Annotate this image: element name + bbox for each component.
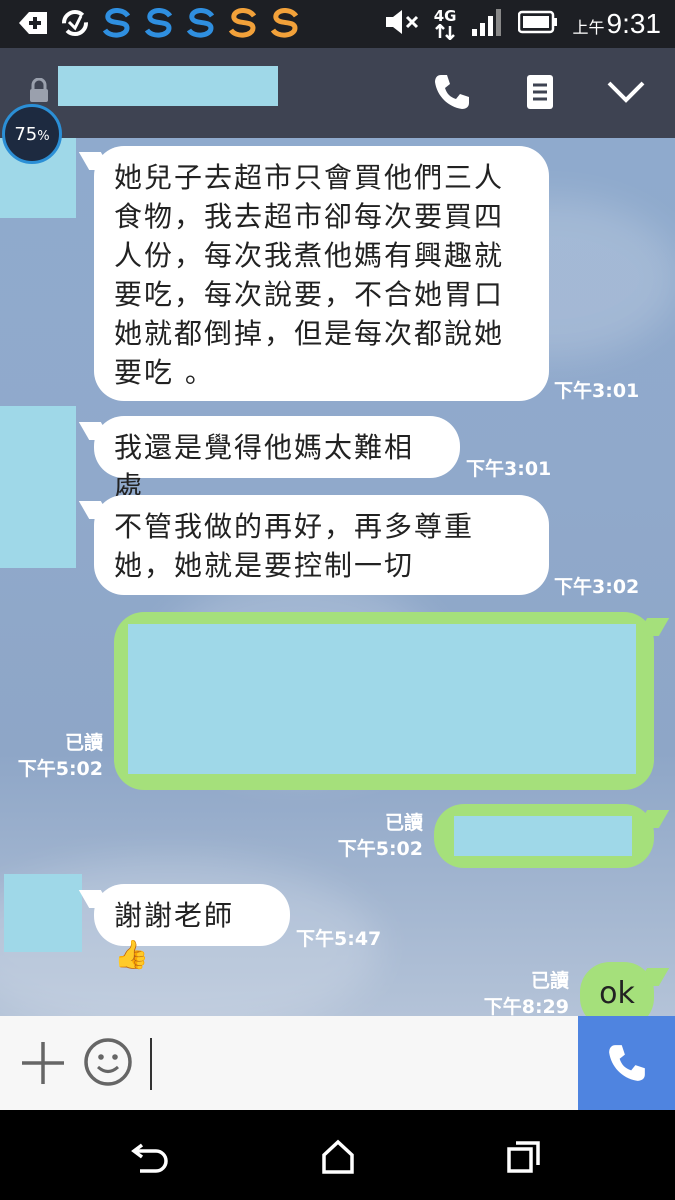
chevron-down-icon[interactable] [604,70,648,114]
message-text: 不管我做的再好，再多尊重她，她就是要控制一切 [114,510,475,582]
back-icon[interactable] [128,1135,172,1179]
call-button[interactable] [578,1016,675,1110]
network-type: 4G [434,8,456,40]
message-text: 謝謝老師 [114,899,235,932]
avatar[interactable] [0,406,76,568]
read-receipt: 已讀 [64,732,103,754]
message-text: 她兒子去超市只會買他們三人食物，我去超市卻每次要買四人份，每次我煮他媽有興趣就要… [114,161,505,389]
message-time: 下午3:02 [554,576,640,598]
message-content-redacted [454,816,632,856]
status-bar: 4G 上午9:31 [0,0,675,48]
clock: 上午9:31 [572,8,661,39]
message-time: 下午3:01 [466,458,552,480]
message-bubble[interactable]: 謝謝老師 👍 [94,884,290,971]
read-receipt: 已讀 [530,970,569,992]
message-input[interactable] [150,1038,576,1090]
avatar[interactable] [4,874,82,952]
sync-icon [58,6,92,40]
message-bubble[interactable]: 不管我做的再好，再多尊重她，她就是要控制一切 [94,495,549,595]
chat-header [0,48,675,138]
message-bubble[interactable]: 我還是覺得他媽太難相處 [94,416,460,503]
message-bubble[interactable] [434,804,654,868]
message-content-redacted [128,624,636,774]
read-receipt: 已讀 [384,812,423,834]
message-list[interactable]: 她兒子去超市只會買他們三人食物，我去超市卻每次要買四人份，每次我煮他媽有興趣就要… [0,138,675,1016]
contact-name-redacted [58,66,278,106]
add-notification-icon [16,6,50,40]
mute-icon [384,7,420,41]
message-text: 我還是覺得他媽太難相處 [114,431,415,503]
battery-percent-badge: 75% [2,104,62,164]
notes-icon[interactable] [518,70,562,114]
message-meta: 已讀 下午8:29 [484,968,569,1016]
message-time: 下午5:02 [337,838,423,860]
plus-icon[interactable] [18,1038,68,1088]
recent-apps-icon[interactable] [502,1135,546,1179]
system-nav-bar [0,1110,675,1200]
thumbs-up-emoji: 👍 [114,938,151,971]
message-input-bar [0,1016,675,1110]
app-s-icon [100,6,134,40]
message-time: 下午8:29 [483,996,569,1016]
emoji-button[interactable] [82,1036,134,1088]
message-bubble[interactable] [114,612,654,790]
phone-call-button[interactable] [430,70,474,114]
message-meta: 已讀 下午5:02 [18,730,103,782]
message-text: ok [599,976,635,1011]
message-time: 下午3:01 [554,380,640,402]
message-bubble[interactable]: ok [580,962,654,1016]
app-s-icon [268,6,302,40]
app-s-icon [184,6,218,40]
app-s-icon [226,6,260,40]
message-bubble[interactable]: 她兒子去超市只會買他們三人食物，我去超市卻每次要買四人份，每次我煮他媽有興趣就要… [94,146,549,401]
message-time: 下午5:02 [17,758,103,780]
battery-icon [518,10,558,38]
signal-icon [470,7,504,41]
message-time: 下午5:47 [296,928,382,950]
message-meta: 已讀 下午5:02 [338,810,423,862]
app-s-icon [142,6,176,40]
home-icon[interactable] [316,1135,360,1179]
